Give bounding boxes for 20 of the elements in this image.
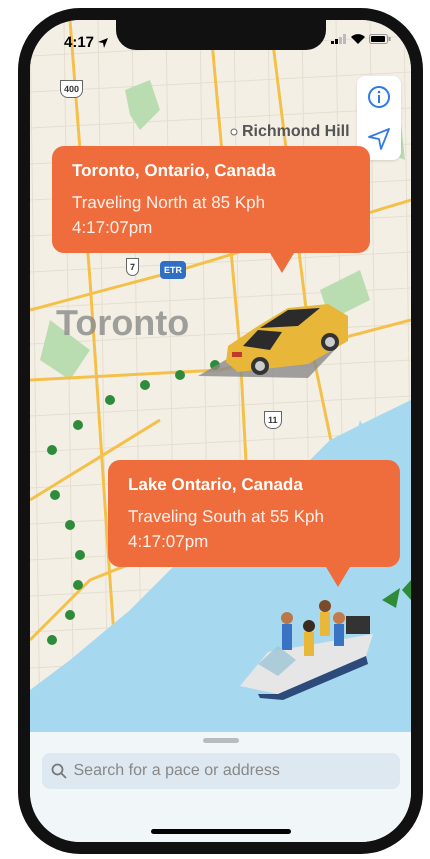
route-shield: 400 <box>60 80 84 98</box>
callout-speed: Traveling North at 85 Kph <box>72 192 266 214</box>
battery-icon <box>369 34 391 44</box>
callout-speed: Traveling South at 55 Kph <box>128 506 325 528</box>
wifi-icon <box>351 34 365 44</box>
route-shield: 7 <box>126 258 140 276</box>
search-icon <box>50 763 66 779</box>
navigation-arrow-icon <box>368 128 390 150</box>
info-icon <box>367 85 391 109</box>
route-shield: ETR <box>160 261 186 279</box>
signal-icon <box>331 34 347 44</box>
route-shield: 11 <box>264 411 282 429</box>
callout-title: Toronto, Ontario, Canada <box>72 160 277 182</box>
search-field[interactable]: Search for a pace or address <box>42 753 400 789</box>
direction-arrows <box>382 580 411 608</box>
callout-time: 4:17:07pm <box>72 217 154 239</box>
callout-title: Lake Ontario, Canada <box>128 474 304 496</box>
callout-time: 4:17:07pm <box>128 531 210 553</box>
place-dot-icon <box>230 128 238 136</box>
sheet-handle[interactable] <box>202 738 238 743</box>
